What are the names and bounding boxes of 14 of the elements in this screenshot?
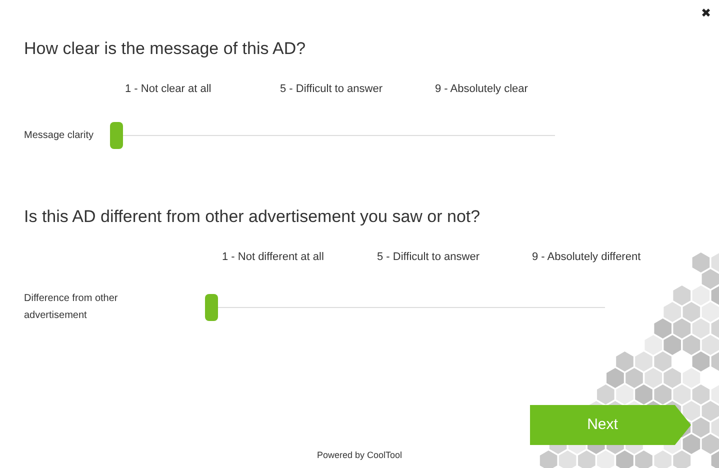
scale-label: 1 - Not clear at all xyxy=(125,83,212,95)
slider-label: Message clarity xyxy=(24,129,94,143)
scale-label: 5 - Difficult to answer xyxy=(377,251,480,263)
footer-text: Powered by CoolTool xyxy=(316,448,402,462)
scale-label: 1 - Not different at all xyxy=(222,251,324,263)
scale-label: 9 - Absolutely different xyxy=(532,251,641,263)
question-title: Is this AD different from other advertisement you saw or not? xyxy=(24,206,482,228)
slider-thumb[interactable] xyxy=(205,294,218,320)
question-title: How clear is the message of this AD? xyxy=(24,38,307,60)
scale-label: 5 - Difficult to answer xyxy=(280,83,383,95)
slider-thumb[interactable] xyxy=(110,122,123,149)
close-button[interactable]: ✖ xyxy=(699,5,713,21)
slider-label: Difference from other advertisement xyxy=(24,292,119,323)
scale-label: 9 - Absolutely clear xyxy=(435,83,528,95)
